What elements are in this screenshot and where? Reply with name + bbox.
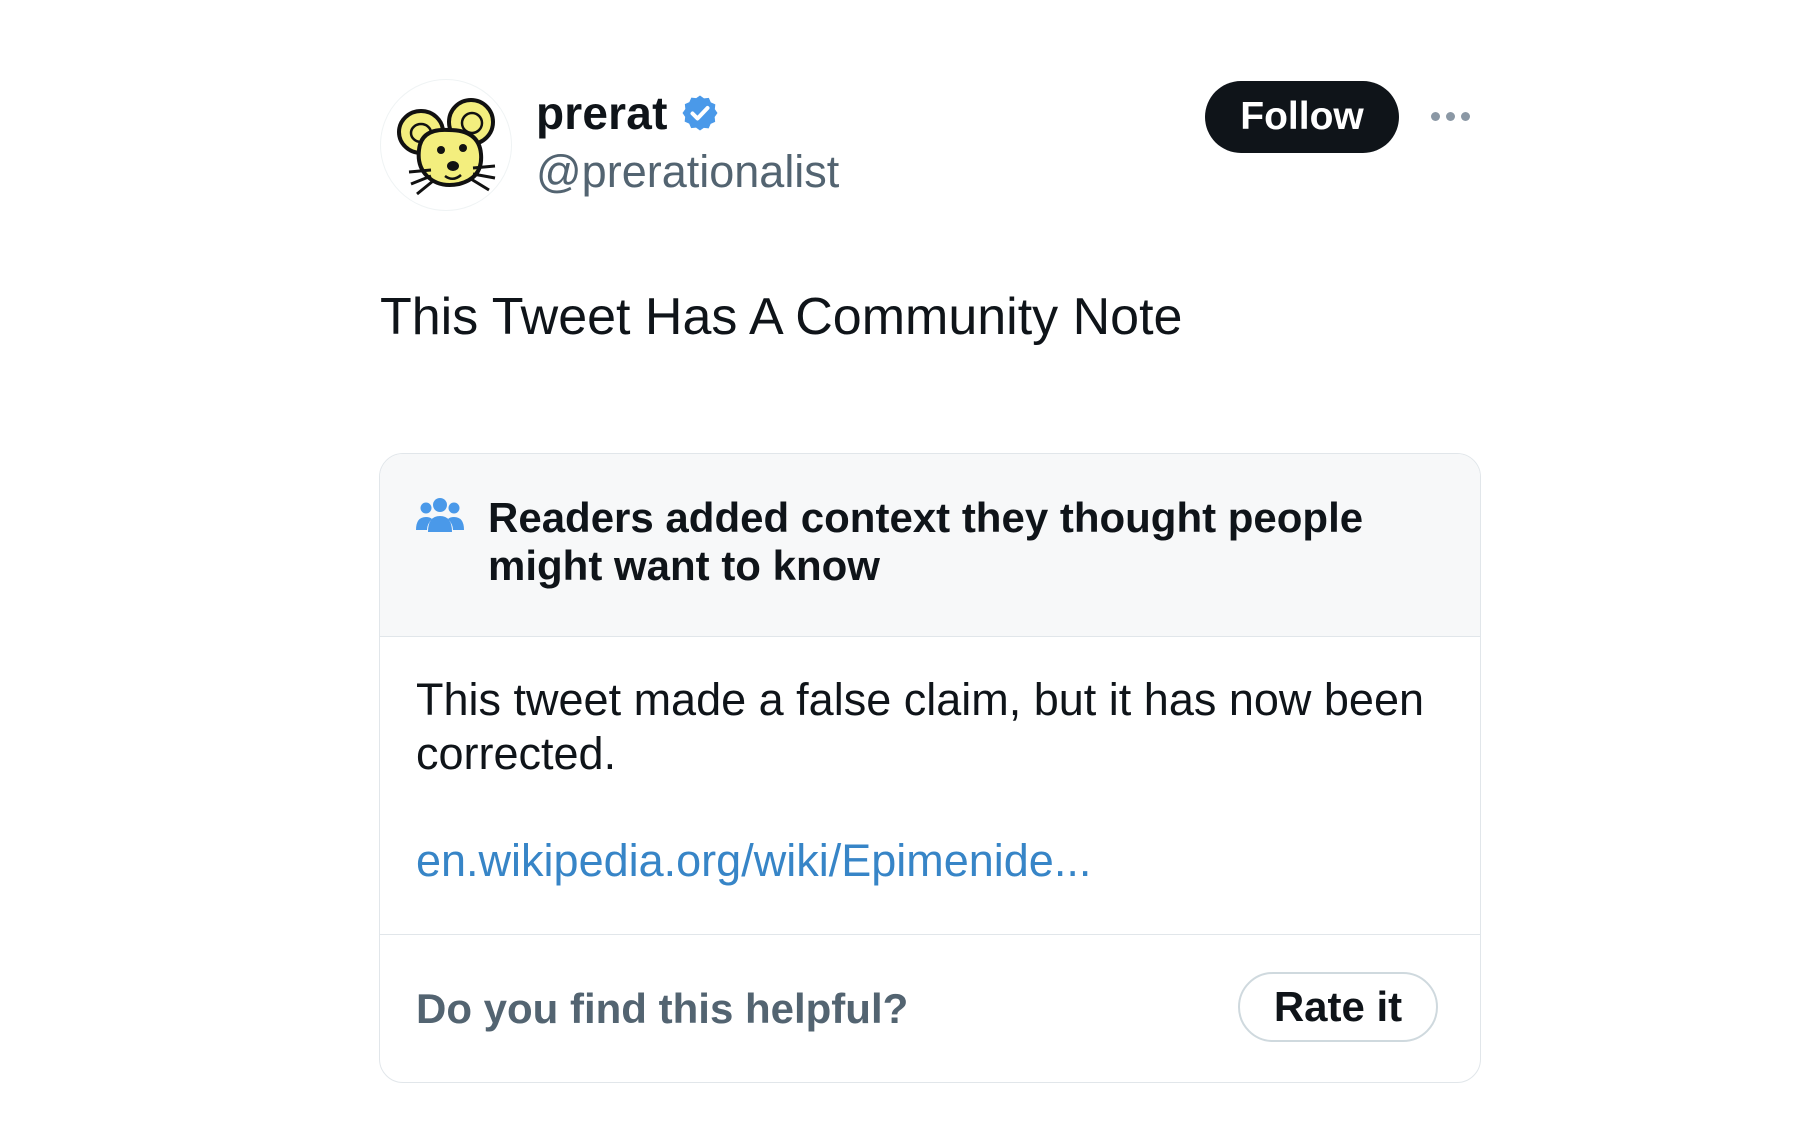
community-note-header: Readers added context they thought peopl…	[380, 454, 1480, 637]
mouse-avatar-icon	[397, 98, 496, 196]
more-options-button[interactable]	[1425, 96, 1475, 136]
more-horizontal-icon	[1430, 111, 1440, 121]
more-horizontal-icon-dot	[1460, 111, 1470, 121]
author-handle[interactable]: @prerationalist	[536, 146, 839, 198]
author-display-name[interactable]: prerat	[536, 86, 668, 140]
tweet-text: This Tweet Has A Community Note	[380, 288, 1183, 346]
community-note-card: Readers added context they thought peopl…	[379, 453, 1481, 1083]
follow-button[interactable]: Follow	[1205, 81, 1399, 153]
more-horizontal-icon-dot	[1445, 111, 1455, 121]
community-note-footer: Do you find this helpful? Rate it	[380, 934, 1480, 1082]
helpful-question: Do you find this helpful?	[416, 985, 909, 1032]
rate-it-button[interactable]: Rate it	[1238, 972, 1438, 1042]
community-note-source-link[interactable]: en.wikipedia.org/wiki/Epimenide...	[416, 835, 1091, 887]
verified-badge-icon	[682, 95, 718, 131]
community-note-title: Readers added context they thought peopl…	[488, 494, 1364, 589]
avatar[interactable]	[380, 79, 512, 211]
author-name-row[interactable]: prerat	[536, 86, 720, 140]
readers-people-icon	[416, 498, 464, 532]
community-note-body: This tweet made a false claim, but it ha…	[416, 674, 1425, 779]
